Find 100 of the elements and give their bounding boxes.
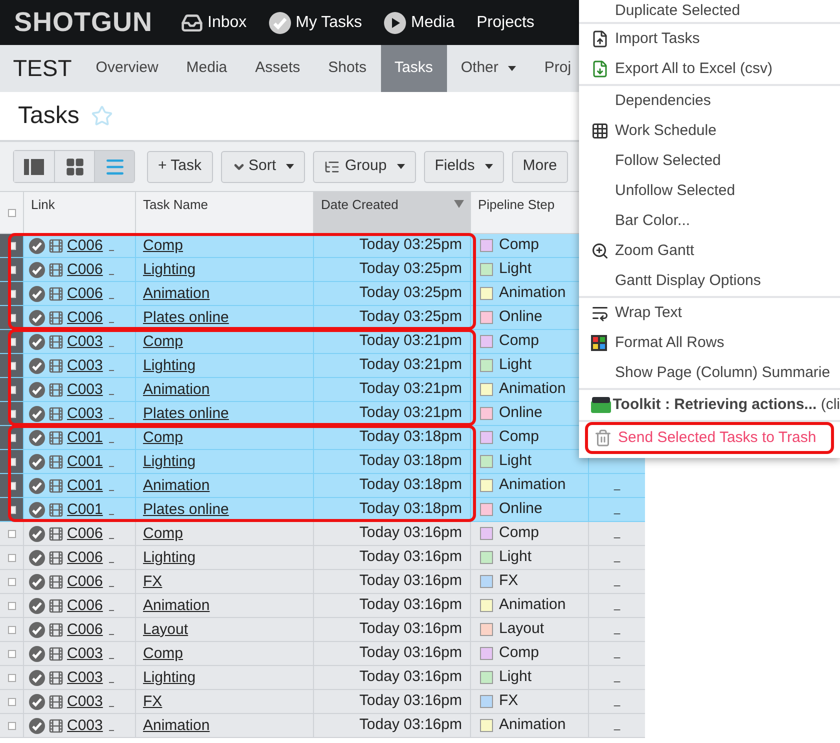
link-cell[interactable]: C001 (67, 502, 103, 517)
project-tab[interactable]: Tasks (380, 45, 447, 92)
toolbar-button[interactable]: Group (313, 150, 416, 182)
film-icon (48, 430, 64, 446)
link-cell[interactable]: C006 (67, 526, 103, 541)
task-name-link[interactable]: Layout (143, 622, 188, 637)
toolbar-button[interactable]: + Task (147, 150, 212, 182)
nav-link[interactable]: Inbox (180, 10, 247, 34)
dash-icon (108, 418, 114, 419)
task-name-link[interactable]: Plates online (143, 406, 229, 421)
link-cell[interactable]: C003 (67, 646, 103, 661)
favorite-star-icon[interactable] (91, 105, 114, 127)
menu-item[interactable]: Show Page (Column) Summarie (579, 358, 840, 388)
menu-item[interactable]: Follow Selected (579, 146, 840, 176)
menu-item[interactable]: Zoom Gantt (579, 236, 840, 266)
link-cell[interactable]: C006 (67, 310, 103, 325)
link-cell[interactable]: C006 (67, 238, 103, 253)
toolbar-button[interactable]: Sort (220, 150, 306, 182)
task-name-link[interactable]: FX (143, 694, 162, 709)
task-name-link[interactable]: Lighting (143, 550, 196, 565)
link-cell[interactable]: C006 (67, 262, 103, 277)
link-cell[interactable]: C003 (67, 718, 103, 733)
project-tab[interactable]: Overview (82, 45, 172, 92)
toolbar-button[interactable]: Fields (424, 150, 504, 182)
link-cell[interactable]: C001 (67, 430, 103, 445)
task-name-link[interactable]: Animation (143, 478, 210, 493)
menu-item[interactable]: Duplicate Selected (579, 0, 840, 22)
project-tab[interactable]: Shots (314, 45, 381, 92)
menu-item[interactable]: Wrap Text (579, 298, 840, 328)
row-checkbox[interactable] (8, 650, 16, 658)
task-name-link[interactable]: Lighting (143, 670, 196, 685)
select-all-checkbox[interactable] (8, 208, 16, 216)
task-name-link[interactable]: FX (143, 574, 162, 589)
menu-item[interactable]: Toolkit : Retrieving actions... (cli (579, 390, 840, 420)
row-checkbox[interactable] (8, 530, 16, 538)
date-cell-text: Today 03:25pm (359, 283, 462, 304)
menu-item[interactable]: Work Schedule (579, 116, 840, 146)
column-header[interactable]: Link (23, 192, 135, 233)
pipeline-step-cell-text: Animation (499, 379, 566, 400)
task-name-link[interactable]: Lighting (143, 262, 196, 277)
view-toggle[interactable] (94, 151, 134, 182)
task-name-link[interactable]: Comp (143, 334, 184, 349)
link-cell[interactable]: C003 (67, 670, 103, 685)
date-cell-text: Today 03:21pm (359, 331, 462, 352)
link-cell[interactable]: C003 (67, 334, 103, 349)
task-name-link[interactable]: Comp (143, 238, 184, 253)
row-checkbox[interactable] (8, 626, 16, 634)
task-name-link[interactable]: Lighting (143, 454, 196, 469)
dash-icon (108, 298, 114, 299)
link-cell[interactable]: C003 (67, 406, 103, 421)
project-tab[interactable]: Assets (241, 45, 314, 92)
task-name-link[interactable]: Plates online (143, 310, 229, 325)
zoom-icon (591, 242, 609, 260)
row-checkbox[interactable] (8, 698, 16, 706)
view-toggle[interactable] (14, 151, 54, 182)
task-name-link[interactable]: Animation (143, 286, 210, 301)
link-cell[interactable]: C001 (67, 454, 103, 469)
toolkit-box-icon (591, 397, 611, 413)
task-name-link[interactable]: Lighting (143, 358, 196, 373)
project-tab[interactable]: Media (172, 45, 242, 92)
logo[interactable]: SHOTGUN (14, 2, 152, 43)
pipeline-step-cell-text: Light (499, 451, 532, 472)
task-name-link[interactable]: Animation (143, 598, 210, 613)
link-cell[interactable]: C003 (67, 694, 103, 709)
link-cell[interactable]: C006 (67, 574, 103, 589)
link-cell[interactable]: C003 (67, 358, 103, 373)
task-name-link[interactable]: Comp (143, 646, 184, 661)
task-name-link[interactable]: Animation (143, 718, 210, 733)
task-name-link[interactable]: Plates online (143, 502, 229, 517)
row-checkbox[interactable] (8, 674, 16, 682)
row-checkbox[interactable] (8, 602, 16, 610)
column-header[interactable]: Date Created (313, 192, 470, 233)
date-cell-text: Today 03:16pm (359, 571, 462, 592)
pipeline-step-cell-text: Animation (499, 715, 566, 736)
link-cell[interactable]: C006 (67, 550, 103, 565)
menu-item[interactable]: Format All Rows (579, 328, 840, 358)
pipeline-step-cell-text: Animation (499, 595, 566, 616)
link-cell[interactable]: C006 (67, 598, 103, 613)
task-name-link[interactable]: Animation (143, 382, 210, 397)
date-cell-text: Today 03:16pm (359, 619, 462, 640)
nav-link[interactable]: My Tasks (268, 10, 362, 34)
menu-item[interactable]: Gantt Display Options (579, 266, 840, 296)
nav-link[interactable]: Media (384, 10, 455, 34)
menu-item[interactable]: Send Selected Tasks to Trash (585, 422, 834, 454)
date-cell-text: Today 03:16pm (359, 643, 462, 664)
link-cell[interactable]: C001 (67, 478, 103, 493)
task-name-link[interactable]: Comp (143, 430, 184, 445)
row-checkbox[interactable] (8, 722, 16, 730)
film-icon (48, 622, 64, 638)
task-name-link[interactable]: Comp (143, 526, 184, 541)
link-cell[interactable]: C003 (67, 382, 103, 397)
link-cell[interactable]: C006 (67, 286, 103, 301)
nav-link[interactable]: Projects (476, 10, 534, 34)
status-check-icon (29, 454, 45, 470)
project-tab[interactable]: Other (446, 45, 530, 92)
link-cell[interactable]: C006 (67, 622, 103, 637)
toolbar-button[interactable]: More (512, 150, 568, 182)
row-checkbox[interactable] (8, 554, 16, 562)
view-toggle[interactable] (54, 151, 94, 182)
row-checkbox[interactable] (8, 578, 16, 586)
